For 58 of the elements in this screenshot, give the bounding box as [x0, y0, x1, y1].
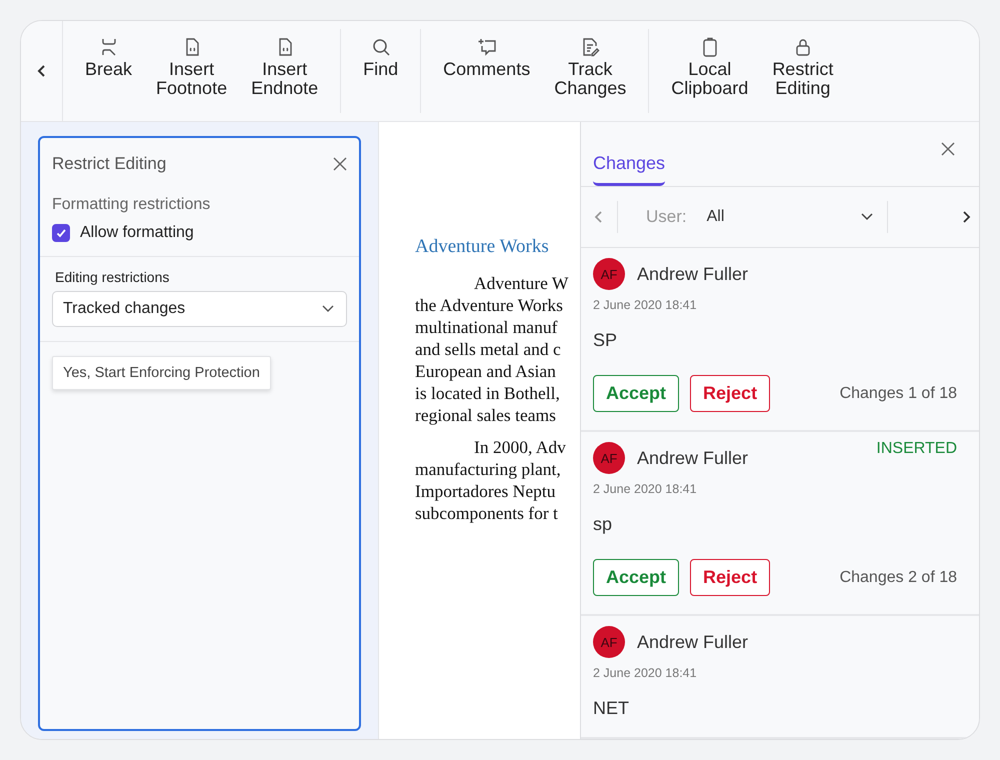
close-icon[interactable]: [333, 157, 347, 171]
text-line: the Adventure Works: [415, 294, 564, 316]
avatar: AF: [593, 258, 625, 290]
text-line: Importadores Neptu: [415, 480, 556, 502]
panel-title: Restrict Editing: [52, 154, 166, 174]
section-heading: Formatting restrictions: [52, 196, 212, 214]
close-icon[interactable]: [941, 142, 955, 156]
change-text: sp: [593, 514, 614, 535]
author-name: Andrew Fuller: [637, 632, 748, 652]
toolbar-button[interactable]: Comments: [433, 21, 540, 121]
change-counter: Changes 1 of 18: [840, 384, 957, 402]
change-counter: Changes 2 of 18: [840, 568, 957, 586]
accept-button[interactable]: Accept: [593, 375, 680, 412]
author-name: Andrew Fuller: [637, 264, 748, 284]
avatar: AF: [593, 442, 625, 474]
avatar: AF: [593, 626, 625, 658]
checkmark-icon: [55, 227, 67, 239]
checkbox[interactable]: [52, 224, 70, 242]
change-date: 2 June 2020 18:41: [593, 482, 698, 496]
text-line: Adventure W: [473, 272, 570, 294]
author-name: Andrew Fuller: [637, 448, 748, 468]
accept-button[interactable]: Accept: [593, 559, 680, 596]
change-type: INSERTED: [876, 440, 957, 458]
user-label: User:: [646, 207, 687, 227]
text-line: is located in Bothell,: [415, 382, 561, 404]
editing-dropdown[interactable]: Tracked changes: [52, 291, 347, 327]
section-heading: Editing restrictions: [54, 269, 170, 285]
toolbar-button[interactable]: Find: [353, 21, 408, 121]
change-text: SP: [593, 330, 618, 351]
search-icon: [370, 37, 391, 57]
toolbar-button[interactable]: Insert Footnote: [146, 21, 238, 121]
chevron-down-icon: [860, 213, 873, 221]
toolbar-button[interactable]: Break: [75, 21, 142, 121]
text-line: European and Asian: [415, 360, 557, 382]
change-date: 2 June 2020 18:41: [593, 666, 698, 680]
chevron-left-icon[interactable]: [594, 210, 604, 224]
checkbox-label: Allow formatting: [80, 224, 194, 242]
text-line: and sells metal and c: [415, 338, 562, 360]
add-comment-icon: [476, 37, 497, 57]
reject-button[interactable]: Reject: [690, 375, 770, 412]
text-line: In 2000, Adv: [473, 436, 567, 458]
toolbar-button[interactable]: Track Changes: [544, 21, 636, 121]
change-date: 2 June 2020 18:41: [593, 298, 698, 312]
change-text: NET: [593, 698, 630, 719]
chevron-left-icon: [36, 64, 48, 78]
chevron-right-icon[interactable]: [961, 210, 971, 224]
toolbar-button[interactable]: Restrict Editing: [762, 21, 844, 121]
toolbar-button[interactable]: Local Clipboard: [661, 21, 758, 121]
document-heading: Adventure Works: [415, 236, 550, 258]
text-line: regional sales teams: [415, 404, 557, 426]
text-line: multinational manuf: [415, 316, 558, 338]
text-line: subcomponents for t: [415, 502, 559, 524]
text-line: manufacturing plant,: [415, 458, 562, 480]
toolbar-button[interactable]: Insert Endnote: [241, 21, 328, 121]
reject-button[interactable]: Reject: [690, 559, 770, 596]
chevron-down-icon: [322, 305, 334, 313]
user-dropdown[interactable]: All: [706, 208, 887, 226]
enforce-protection-button[interactable]: Yes, Start Enforcing Protection: [52, 356, 271, 390]
